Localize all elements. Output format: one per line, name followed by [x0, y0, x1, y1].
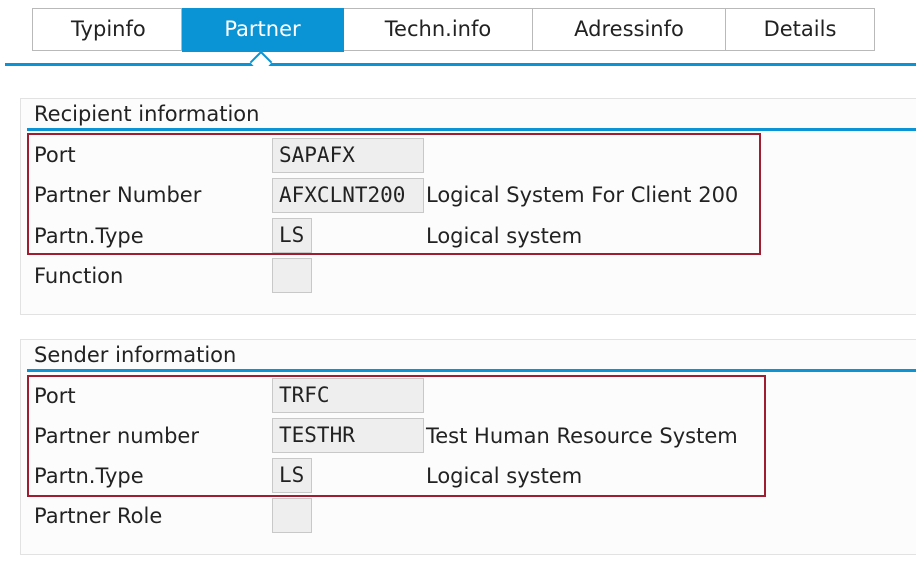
recipient-partner-number-field[interactable]: AFXCLNT200	[272, 178, 424, 213]
tab-typinfo[interactable]: Typinfo	[32, 8, 182, 51]
sender-partner-number-label: Partner number	[34, 424, 199, 448]
recipient-port-label: Port	[34, 143, 76, 167]
tab-details[interactable]: Details	[726, 8, 875, 51]
active-tab-indicator	[249, 50, 273, 74]
recipient-partner-number-label: Partner Number	[34, 183, 202, 207]
tab-techn-info[interactable]: Techn.info	[344, 8, 533, 51]
recipient-function-field[interactable]	[272, 258, 312, 293]
sender-group-rule	[27, 369, 916, 372]
recipient-partner-type-label: Partn.Type	[34, 224, 144, 248]
recipient-port-field[interactable]: SAPAFX	[272, 138, 424, 173]
sender-partner-role-label: Partner Role	[34, 504, 163, 528]
sender-partner-type-description: Logical system	[426, 464, 583, 488]
tab-partner[interactable]: Partner	[182, 8, 344, 52]
tab-strip: Typinfo Partner Techn.info Adressinfo De…	[32, 8, 875, 52]
recipient-function-label: Function	[34, 264, 124, 288]
recipient-partner-type-field[interactable]: LS	[272, 218, 312, 253]
recipient-group-title: Recipient information	[34, 102, 260, 126]
tab-adressinfo[interactable]: Adressinfo	[533, 8, 726, 51]
recipient-group-rule	[27, 128, 916, 131]
sender-partner-role-field[interactable]	[272, 498, 312, 533]
sender-port-field[interactable]: TRFC	[272, 378, 424, 413]
recipient-partner-description: Logical System For Client 200	[426, 183, 739, 207]
sender-group-title: Sender information	[34, 343, 237, 367]
tab-underline	[5, 63, 916, 66]
recipient-partner-type-description: Logical system	[426, 224, 583, 248]
sender-port-label: Port	[34, 384, 76, 408]
sender-partner-number-field[interactable]: TESTHR	[272, 418, 424, 453]
sender-partner-type-label: Partn.Type	[34, 464, 144, 488]
sender-partner-description: Test Human Resource System	[426, 424, 738, 448]
sender-partner-type-field[interactable]: LS	[272, 458, 312, 493]
